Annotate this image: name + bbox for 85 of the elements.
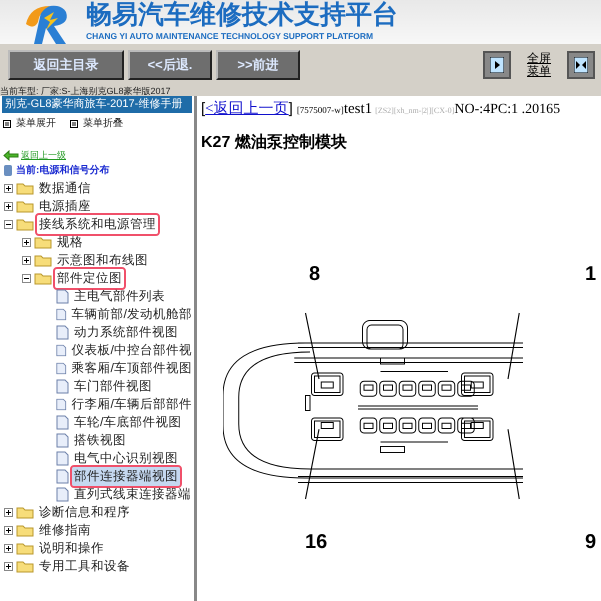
folder-label[interactable]: 示意图和布线图 xyxy=(55,251,150,270)
document-name: test1 xyxy=(344,100,372,119)
module-heading: K27 燃油泵控制模块 xyxy=(201,132,348,152)
back-page-link[interactable]: <返回上一页 xyxy=(205,98,289,120)
list-icon xyxy=(70,120,78,128)
expand-panel-button[interactable] xyxy=(483,51,511,79)
page-link[interactable]: 主电气部件列表 xyxy=(72,287,167,306)
back-level-link[interactable]: 返回上一级 xyxy=(21,149,66,162)
folder-icon xyxy=(16,506,34,519)
page-link[interactable]: 电气中心识别视图 xyxy=(72,449,180,468)
page-icon xyxy=(56,433,69,448)
page-link[interactable]: 直列式线束连接器端 xyxy=(72,485,193,504)
page-icon xyxy=(56,361,67,376)
expand-icon[interactable] xyxy=(22,238,31,247)
bracket-text: [ xyxy=(201,99,206,119)
folder-label[interactable]: 规格 xyxy=(55,233,85,252)
page-icon xyxy=(56,307,67,322)
page-icon xyxy=(56,397,67,412)
document-number: NO-:4PC:1 .20165 xyxy=(454,101,560,119)
site-subtitle: CHANG YI AUTO MAINTENANCE TECHNOLOGY SUPPORT PLATFORM xyxy=(86,30,374,43)
page-link[interactable]: 车辆前部/发动机舱部 xyxy=(70,305,194,324)
folder-icon xyxy=(34,272,52,285)
split-panel-button[interactable] xyxy=(567,51,595,79)
folder-icon xyxy=(16,218,34,231)
current-section: 当前:电源和信号分布 xyxy=(16,162,110,178)
page-icon xyxy=(56,469,69,484)
collapse-icon[interactable] xyxy=(4,220,13,229)
folder-label[interactable]: 电源插座 xyxy=(37,197,93,216)
nav-button[interactable]: 返回主目录 xyxy=(8,50,124,80)
back-arrow-icon xyxy=(3,150,19,162)
menu-action[interactable]: 菜单展开 xyxy=(16,116,56,131)
site-title: 畅易汽车维修技术支持平台 xyxy=(86,0,398,30)
collapse-icon[interactable] xyxy=(22,274,31,283)
folder-label[interactable]: 说明和操作 xyxy=(37,539,106,558)
page-icon xyxy=(56,379,69,394)
folder-icon xyxy=(16,200,34,213)
manual-title: 别克-GL8豪华商旅车-2017-维修手册 xyxy=(2,96,192,113)
expand-icon[interactable] xyxy=(4,184,13,193)
folder-label[interactable]: 接线系统和电源管理 xyxy=(37,215,158,234)
folder-label[interactable]: 数据通信 xyxy=(37,179,93,198)
page-icon xyxy=(56,415,69,430)
page-link[interactable]: 搭铁视图 xyxy=(72,431,128,450)
folder-icon xyxy=(16,560,34,573)
page-link[interactable]: 乘客厢/车顶部件视图 xyxy=(70,359,194,378)
page-icon xyxy=(56,487,69,502)
expand-icon[interactable] xyxy=(4,526,13,535)
folder-label[interactable]: 专用工具和设备 xyxy=(37,557,132,576)
fullscreen-menu-link[interactable]: 全屏 菜单 xyxy=(527,52,551,78)
list-icon xyxy=(3,120,11,128)
folder-icon xyxy=(34,254,52,267)
page-icon xyxy=(56,451,69,466)
nav-button[interactable]: >>前进 xyxy=(216,50,300,80)
nav-button[interactable]: <<后退. xyxy=(128,50,212,80)
expand-icon[interactable] xyxy=(4,544,13,553)
page-link[interactable]: 动力系统部件视图 xyxy=(72,323,180,342)
expand-icon[interactable] xyxy=(4,202,13,211)
expand-icon[interactable] xyxy=(4,508,13,517)
expand-icon[interactable] xyxy=(4,562,13,571)
folder-icon xyxy=(16,524,34,537)
pin-number: 16 xyxy=(305,530,328,552)
folder-label[interactable]: 部件定位图 xyxy=(55,269,124,288)
page-link[interactable]: 车轮/车底部件视图 xyxy=(72,413,184,432)
document-tags: [ZS2][xh_nm-|2|][CX-0] xyxy=(375,105,454,117)
page-icon xyxy=(56,343,67,358)
arrows-inward-icon xyxy=(574,57,588,73)
page-link[interactable]: 仪表板/中控台部件视 xyxy=(70,341,194,360)
folder-icon xyxy=(16,542,34,555)
menu-action[interactable]: 菜单折叠 xyxy=(83,116,123,131)
pin-number: 9 xyxy=(585,530,596,552)
arrow-right-icon xyxy=(490,57,504,73)
pin-number: 8 xyxy=(309,262,320,284)
folder-icon xyxy=(16,182,34,195)
pin-number: 1 xyxy=(585,262,596,284)
folder-label[interactable]: 维修指南 xyxy=(37,521,93,540)
page-link[interactable]: 行李厢/车辆后部部件 xyxy=(70,395,194,414)
document-code: [7575007-w] xyxy=(296,104,344,117)
expand-icon[interactable] xyxy=(22,256,31,265)
folder-icon xyxy=(34,236,52,249)
page-icon xyxy=(56,325,69,340)
vehicle-info: 当前车型: 厂家:S-上海别克GL8豪华版2017 xyxy=(0,86,172,96)
page-link[interactable]: 部件连接器端视图 xyxy=(72,467,180,486)
page-link[interactable]: 车门部件视图 xyxy=(72,377,154,396)
folder-label[interactable]: 诊断信息和程序 xyxy=(37,503,132,522)
page-icon xyxy=(56,289,69,304)
bracket-text: ] xyxy=(288,99,293,119)
